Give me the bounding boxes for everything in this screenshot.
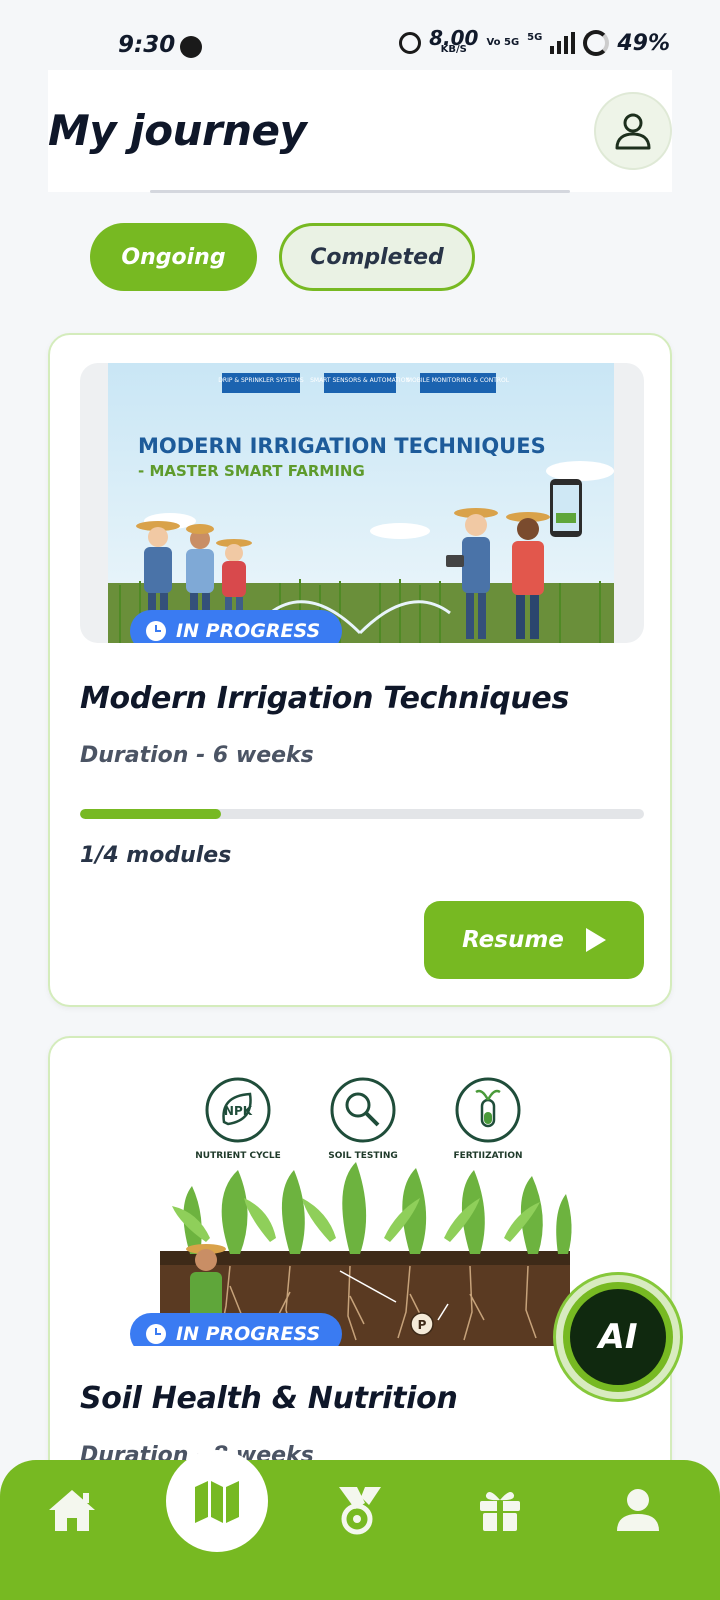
nav-rewards[interactable] [330, 1480, 390, 1540]
irrigation-illustration: DRIP & SPRINKLER SYSTEMS SMART SENSORS &… [108, 363, 614, 643]
gift-icon [480, 1491, 520, 1531]
battery-icon [583, 30, 610, 56]
course-duration: Duration - 6 weeks [80, 743, 314, 768]
map-icon [195, 1481, 239, 1523]
user-outline-icon [615, 113, 651, 150]
npk-label: NPK [224, 1104, 253, 1118]
battery-level: 49% [617, 30, 670, 56]
nav-profile[interactable] [608, 1480, 668, 1540]
person-icon [617, 1489, 659, 1531]
header-divider [150, 190, 570, 193]
ai-button-label: AI [570, 1289, 666, 1385]
course-card[interactable]: DRIP & SPRINKLER SYSTEMS SMART SENSORS &… [48, 333, 672, 1007]
volte-indicator: Vo 5G [486, 37, 520, 48]
box-label: DRIP & SPRINKLER SYSTEMS [218, 377, 304, 384]
play-icon [585, 928, 606, 952]
status-badge-label: IN PROGRESS [176, 1323, 321, 1345]
resume-label: Resume [462, 927, 564, 953]
progress-fill [80, 809, 221, 819]
status-right: 8.00 KB/S Vo 5G 5G 49% [399, 26, 670, 56]
icon-caption: NUTRIENT CYCLE [195, 1151, 281, 1161]
page-title: My journey [48, 106, 307, 155]
status-badge: IN PROGRESS [130, 1313, 343, 1346]
nav-gifts[interactable] [470, 1480, 530, 1540]
course-title: Modern Irrigation Techniques [80, 681, 570, 716]
course-modules: 1/4 modules [80, 843, 232, 868]
status-badge: IN PROGRESS [130, 610, 343, 643]
medal-icon [339, 1487, 381, 1535]
box-label: SMART SENSORS & AUTOMATION [310, 377, 410, 384]
home-icon [49, 1490, 95, 1531]
nav-home[interactable] [42, 1480, 102, 1540]
alarm-icon [399, 32, 422, 54]
status-badge-label: IN PROGRESS [176, 620, 321, 642]
icon-caption: SOIL TESTING [328, 1151, 398, 1161]
net-speed: 8.00 KB/S [429, 26, 479, 55]
clock-icon [146, 621, 166, 641]
course-thumbnail: DRIP & SPRINKLER SYSTEMS SMART SENSORS &… [80, 363, 644, 643]
icon-caption: FERTIIZATION [453, 1151, 522, 1161]
network-type: 5G [527, 32, 543, 43]
whatsapp-notification-icon [180, 36, 202, 58]
ai-button-ring: AI [563, 1282, 673, 1392]
phosphorus-label: P [418, 1318, 427, 1332]
image-headline: MODERN IRRIGATION TECHNIQUES [138, 434, 546, 458]
course-title: Soil Health & Nutrition [80, 1381, 458, 1416]
course-thumbnail: NPK NUTRIENT CYCLE SOIL TESTING FERTIIZA… [80, 1066, 644, 1346]
tab-ongoing[interactable]: Ongoing [90, 223, 257, 291]
image-subheadline: - MASTER SMART FARMING [138, 462, 365, 480]
page-header: My journey [48, 70, 672, 192]
signal-icon [550, 32, 576, 54]
tab-completed[interactable]: Completed [279, 223, 475, 291]
bottom-nav [0, 1450, 720, 1600]
status-time: 9:30 [118, 32, 176, 58]
clock-icon [146, 1324, 166, 1344]
resume-button[interactable]: Resume [424, 901, 644, 979]
nav-journey[interactable] [166, 1450, 268, 1552]
ai-assistant-button[interactable]: AI [553, 1272, 683, 1402]
soil-illustration: NPK NUTRIENT CYCLE SOIL TESTING FERTIIZA… [160, 1077, 572, 1346]
course-progress-bar [80, 809, 644, 819]
box-label: MOBILE MONITORING & CONTROL [407, 377, 510, 384]
profile-button[interactable] [594, 92, 672, 170]
